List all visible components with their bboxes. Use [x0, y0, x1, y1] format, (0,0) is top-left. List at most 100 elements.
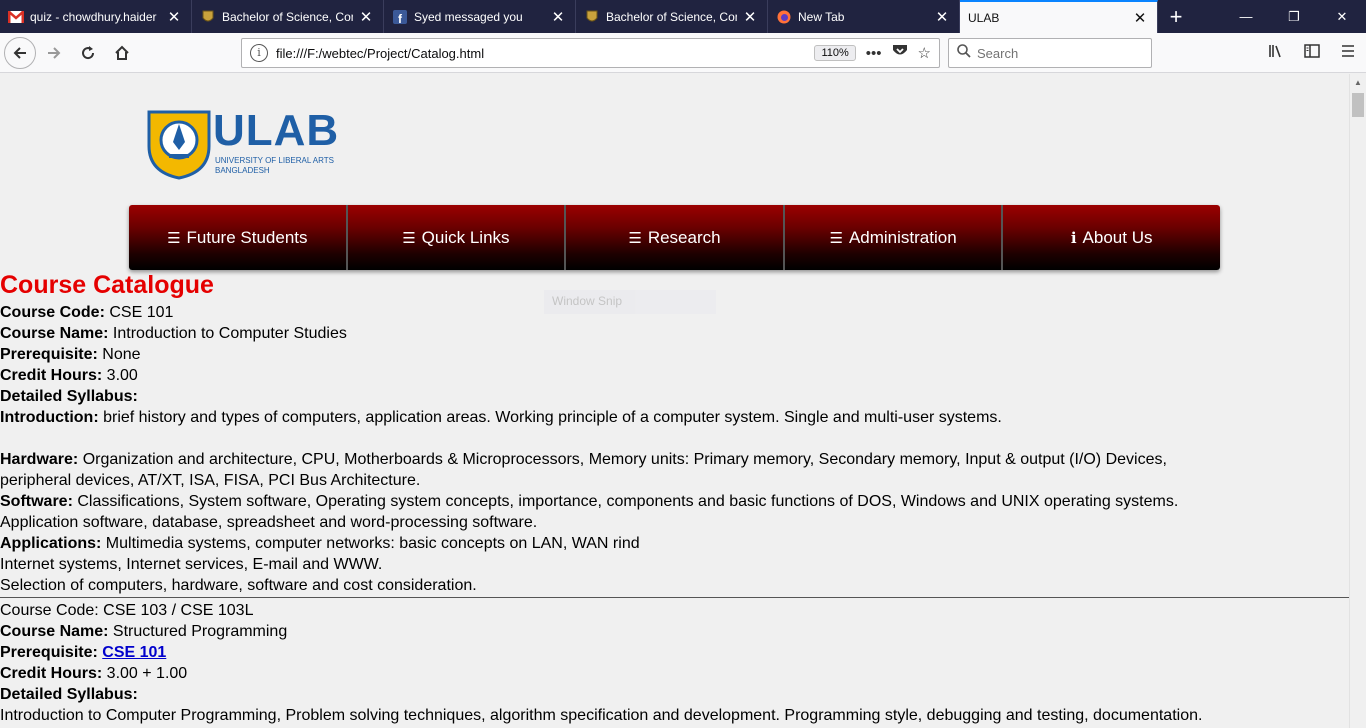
syllabus-hardware-cont: peripheral devices, AT/XT, ISA, FISA, PC… [0, 472, 421, 489]
tab-title: Bachelor of Science, Con [222, 9, 353, 24]
syllabus-heading: Detailed Syllabus: [0, 686, 138, 703]
close-icon[interactable]: ✕ [1131, 9, 1149, 27]
close-window-icon[interactable]: ✕ [1318, 0, 1366, 33]
search-placeholder: Search [977, 45, 1019, 61]
logo-subtext: BANGLADESH [215, 166, 270, 175]
back-button[interactable] [4, 36, 36, 69]
search-icon [957, 44, 971, 62]
credit-hours-line: Credit Hours: 3.00 [0, 367, 138, 384]
syllabus-hardware: Hardware: Organization and architecture,… [0, 451, 1167, 468]
syllabus-applications-cont: Internet systems, Internet services, E-m… [0, 556, 383, 573]
gmail-icon [8, 9, 24, 25]
tab-title: Bachelor of Science, Con [606, 9, 737, 24]
credit-hours-line: Credit Hours: 3.00 + 1.00 [0, 665, 188, 682]
pocket-icon[interactable] [892, 44, 908, 62]
library-icon[interactable] [1258, 44, 1294, 63]
tab-title: ULAB [968, 10, 1000, 25]
vertical-scrollbar[interactable]: ▲ [1349, 74, 1366, 728]
menu-research[interactable]: ☰ Research [566, 205, 785, 270]
facebook-icon: f [392, 9, 408, 25]
list-icon: ☰ [628, 229, 642, 247]
menu-label: Future Students [186, 227, 308, 247]
ulab-crest-icon [584, 9, 600, 25]
syllabus-applications: Applications: Multimedia systems, comput… [0, 535, 640, 552]
course-list: Course Code: CSE 101 Course Name: Introd… [0, 302, 1349, 726]
course-code-line: Course Code: CSE 101 [0, 304, 174, 321]
zoom-level-badge[interactable]: 110% [814, 45, 856, 61]
page-content: ULAB UNIVERSITY OF LIBERAL ARTS BANGLADE… [0, 74, 1349, 728]
syllabus-software-cont: Application software, database, spreadsh… [0, 514, 538, 531]
menu-label: About Us [1082, 227, 1153, 247]
menu-label: Research [647, 227, 721, 247]
menu-label: Quick Links [421, 227, 510, 247]
url-actions: ••• ☆ [866, 44, 931, 63]
tab-facebook[interactable]: f Syed messaged you ✕ [384, 0, 576, 33]
hamburger-menu-icon[interactable] [1330, 44, 1366, 62]
menu-quick-links[interactable]: ☰ Quick Links [347, 205, 567, 270]
window-controls: — ❐ ✕ [1222, 0, 1366, 33]
bookmark-star-icon[interactable]: ☆ [918, 44, 931, 62]
firefox-icon [776, 9, 792, 25]
tab-title: Syed messaged you [414, 9, 523, 24]
syllabus-intro: Introduction: brief history and types of… [0, 409, 1002, 426]
list-icon: ☰ [402, 229, 416, 247]
sidebar-icon[interactable] [1294, 43, 1330, 63]
url-bar[interactable]: i file:///F:/webtec/Project/Catalog.html… [241, 38, 940, 68]
course-entry: Course Code: CSE 101 Course Name: Introd… [0, 302, 1349, 596]
logo-subtext: UNIVERSITY OF LIBERAL ARTS [215, 156, 334, 165]
reload-button[interactable] [72, 37, 104, 69]
logo-wordmark: ULAB [213, 106, 340, 155]
reload-icon [82, 45, 95, 59]
tab-ulab-2[interactable]: Bachelor of Science, Con ✕ [576, 0, 768, 33]
divider [0, 597, 1349, 598]
page-actions-icon[interactable]: ••• [866, 45, 882, 62]
tab-gmail[interactable]: quiz - chowdhury.haider ✕ [0, 0, 192, 33]
navigation-toolbar: i file:///F:/webtec/Project/Catalog.html… [0, 33, 1366, 73]
menu-label: Administration [848, 227, 957, 247]
tab-strip: quiz - chowdhury.haider ✕ Bachelor of Sc… [0, 0, 1366, 33]
main-menu: ☰ Future Students ☰ Quick Links ☰ Resear… [129, 205, 1220, 270]
close-icon[interactable]: ✕ [933, 8, 951, 26]
arrow-left-icon [13, 46, 26, 59]
syllabus-software: Software: Classifications, System softwa… [0, 493, 1179, 510]
menu-future-students[interactable]: ☰ Future Students [129, 205, 348, 270]
course-entry: Course Code: CSE 103 / CSE 103L Course N… [0, 600, 1349, 726]
close-icon[interactable]: ✕ [165, 8, 183, 26]
menu-administration[interactable]: ☰ Administration [784, 205, 1004, 270]
home-icon [115, 45, 129, 60]
tab-ulab-1[interactable]: Bachelor of Science, Con ✕ [192, 0, 384, 33]
prerequisite-line: Prerequisite: CSE 101 [0, 644, 167, 661]
prerequisite-line: Prerequisite: None [0, 346, 141, 363]
menu-about-us[interactable]: i About Us [1003, 205, 1220, 270]
close-icon[interactable]: ✕ [357, 8, 375, 26]
restore-icon[interactable]: ❐ [1270, 0, 1318, 33]
scrollbar-thumb[interactable] [1352, 93, 1364, 117]
prerequisite-link[interactable]: CSE 101 [102, 644, 166, 661]
tab-title: New Tab [798, 9, 845, 24]
ulab-logo[interactable]: ULAB UNIVERSITY OF LIBERAL ARTS BANGLADE… [147, 106, 347, 180]
close-icon[interactable]: ✕ [741, 8, 759, 26]
minimize-icon[interactable]: — [1222, 0, 1270, 33]
tab-new-tab[interactable]: New Tab ✕ [768, 0, 960, 33]
list-icon: ☰ [829, 229, 843, 247]
close-icon[interactable]: ✕ [549, 8, 567, 26]
course-name-line: Course Name: Structured Programming [0, 623, 288, 640]
arrow-right-icon [48, 46, 61, 59]
course-name-line: Course Name: Introduction to Computer St… [0, 325, 347, 342]
page-title: Course Catalogue [0, 271, 214, 299]
scroll-up-icon[interactable]: ▲ [1350, 74, 1366, 91]
new-tab-button[interactable]: + [1158, 0, 1194, 33]
site-info-icon[interactable]: i [250, 44, 268, 62]
search-input[interactable]: Search [948, 38, 1152, 68]
list-icon: ☰ [167, 229, 181, 247]
toolbar-right [1258, 33, 1366, 73]
syllabus-text: Introduction to Computer Programming, Pr… [0, 707, 1203, 724]
course-code-line: Course Code: CSE 103 / CSE 103L [0, 602, 254, 619]
tab-ulab-active[interactable]: ULAB ✕ [960, 0, 1158, 33]
syllabus-heading: Detailed Syllabus: [0, 388, 138, 405]
url-text[interactable]: file:///F:/webtec/Project/Catalog.html [276, 46, 814, 61]
syllabus-applications-cont: Selection of computers, hardware, softwa… [0, 577, 477, 594]
home-button[interactable] [106, 37, 138, 69]
info-icon: i [1070, 228, 1077, 247]
forward-button[interactable] [38, 37, 70, 69]
